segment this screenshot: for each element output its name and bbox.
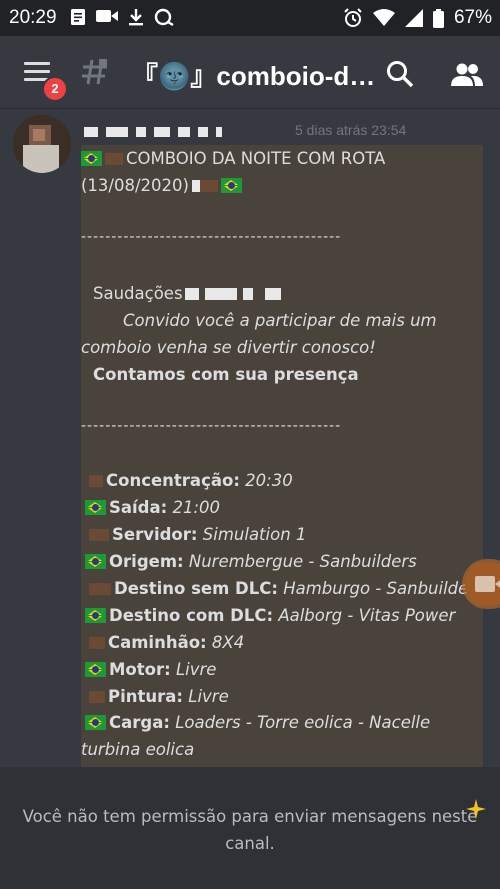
floating-overlay-bubble[interactable]: [465, 562, 500, 606]
brazil-flag-icon: [220, 178, 242, 193]
detail-pintura: Pintura: Livre: [89, 687, 229, 706]
emoji-icon: [89, 583, 111, 595]
download-icon: [129, 9, 143, 26]
emoji-icon: [89, 691, 105, 703]
sync-icon: [154, 8, 174, 26]
message-line: (13/08/2020): [81, 176, 245, 195]
detail-caminhao: Caminhão: 8X4: [89, 633, 244, 652]
channel-title: 『🌚』comboio-d…: [132, 61, 376, 91]
brazil-flag-icon: [85, 715, 106, 730]
author-name-redacted[interactable]: [84, 121, 222, 143]
message-line: Convido você a participar de mais um: [123, 311, 437, 330]
sparkle-icon: [466, 799, 486, 819]
video-call-icon: [96, 10, 118, 22]
avatar[interactable]: [13, 115, 71, 173]
brazil-flag-icon: [85, 554, 106, 569]
status-notification-icons: [70, 8, 174, 26]
no-permission-text: Você não tem permissão para enviar mensa…: [22, 807, 478, 853]
detail-motor: Motor: Livre: [85, 660, 216, 679]
brazil-flag-icon: [85, 500, 106, 515]
brazil-flag-icon: [81, 151, 102, 166]
unread-badge: 2: [42, 76, 68, 102]
note-icon: [71, 9, 85, 25]
brazil-flag-icon: [85, 662, 106, 677]
alarm-icon: [344, 8, 362, 27]
detail-saida: Saída: 21:00: [85, 498, 220, 517]
members-icon[interactable]: [451, 62, 483, 86]
detail-carga: Carga: Loaders - Torre eolica - Nacelle: [85, 713, 430, 732]
search-icon[interactable]: [386, 60, 414, 88]
status-right-group: 67%: [343, 7, 492, 29]
divider-line: ----------------------------------------…: [81, 229, 342, 245]
message-list[interactable]: 5 dias atrás 23:54 COMBOIO DA NOITE COM …: [0, 109, 500, 767]
detail-destino-sem-dlc: Destino sem DLC: Hamburgo - Sanbuilders: [89, 579, 484, 598]
channel-header: 2 『🌚』comboio-d…: [0, 36, 500, 109]
detail-servidor: Servidor: Simulation 1: [89, 525, 306, 544]
wifi-icon: [372, 9, 395, 26]
emoji-icon: [89, 637, 105, 649]
message-line: Saudações: [93, 284, 281, 303]
no-permission-footer: Você não tem permissão para enviar mensa…: [0, 767, 500, 889]
message-line: comboio venha se divertir conosco!: [81, 338, 376, 357]
message-line: COMBOIO DA NOITE COM ROTA: [81, 149, 385, 168]
emoji-icon: [89, 529, 109, 541]
battery-icon: [432, 8, 444, 28]
message-line: Contamos com sua presença: [93, 365, 359, 384]
signal-icon: [404, 9, 423, 27]
emoji-icon: [199, 180, 218, 192]
emoji-icon: [105, 153, 123, 165]
battery-percent: 67%: [453, 7, 492, 28]
status-bar: 20:29 67%: [0, 0, 500, 36]
locked-channel-hash-icon: [80, 56, 110, 94]
emoji-icon: [89, 475, 103, 487]
message-timestamp: 5 dias atrás 23:54: [295, 122, 407, 138]
brazil-flag-icon: [85, 608, 106, 623]
detail-origem: Origem: Nurembergue - Sanbuilders: [85, 552, 417, 571]
status-time: 20:29: [9, 7, 57, 28]
detail-concentracao: Concentração: 20:30: [89, 471, 293, 490]
detail-carga-cont: turbina eolica: [81, 740, 195, 759]
divider-line: ----------------------------------------…: [81, 418, 342, 434]
detail-destino-com-dlc: Destino com DLC: Aalborg - Vitas Power: [85, 606, 455, 625]
